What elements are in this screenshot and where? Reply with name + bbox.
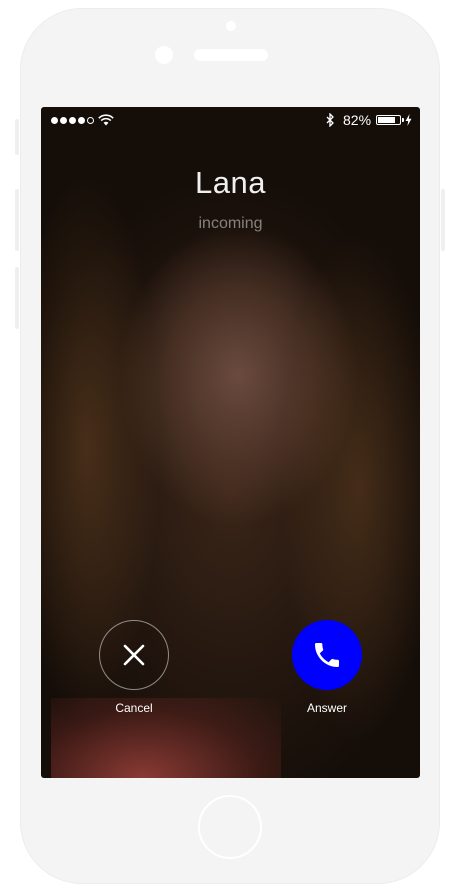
home-button[interactable]: [198, 795, 262, 859]
status-bar: 82%: [41, 107, 420, 133]
earpiece-speaker: [194, 49, 268, 61]
power-button: [441, 189, 445, 251]
answer-label: Answer: [306, 701, 347, 715]
signal-dot: [60, 117, 67, 124]
volume-down-button: [15, 267, 19, 329]
phone-icon: [315, 643, 339, 667]
cancel-button[interactable]: [99, 620, 169, 690]
front-camera: [155, 46, 173, 64]
cancel-action: Cancel: [84, 620, 184, 715]
cancel-label: Cancel: [115, 701, 153, 715]
battery-fill: [378, 117, 395, 123]
charging-bolt-icon: [405, 114, 412, 126]
bluetooth-icon: [326, 113, 334, 127]
signal-strength: [51, 117, 94, 124]
wifi-icon: [98, 114, 114, 126]
signal-dot-empty: [87, 117, 94, 124]
battery-tip: [402, 118, 404, 122]
sensor-dot: [226, 21, 236, 31]
volume-up-button: [15, 189, 19, 251]
signal-dot: [78, 117, 85, 124]
close-icon: [123, 644, 145, 666]
battery-icon: [376, 115, 404, 125]
mute-switch: [15, 119, 19, 155]
answer-action: Answer: [277, 620, 377, 715]
signal-dot: [51, 117, 58, 124]
caller-name: Lana: [195, 165, 266, 200]
signal-dot: [69, 117, 76, 124]
call-status: incoming: [198, 215, 263, 232]
answer-button[interactable]: [292, 620, 362, 690]
battery-percentage: 82%: [343, 112, 372, 128]
call-screen: 82% Lana incoming Cancel Answer: [41, 107, 420, 778]
